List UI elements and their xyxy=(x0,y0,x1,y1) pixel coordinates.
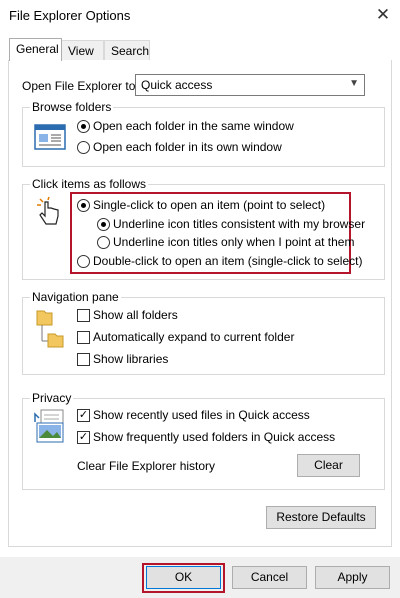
tab-general[interactable]: General xyxy=(9,38,62,61)
window-icon xyxy=(34,123,68,151)
show-all-folders-checkbox[interactable] xyxy=(77,309,90,322)
browse-folders-group xyxy=(22,107,385,167)
browse-folders-title: Browse folders xyxy=(30,100,114,114)
show-all-folders-label[interactable]: Show all folders xyxy=(93,308,178,322)
auto-expand-checkbox[interactable] xyxy=(77,331,90,344)
double-click-radio[interactable] xyxy=(77,255,90,268)
recent-files-checkbox[interactable]: ✓ xyxy=(77,409,90,422)
frequent-folders-label[interactable]: Show frequently used folders in Quick ac… xyxy=(93,430,335,444)
window-title: File Explorer Options xyxy=(9,8,131,23)
single-click-radio[interactable] xyxy=(77,199,90,212)
open-to-value: Quick access xyxy=(141,78,213,92)
click-items-title: Click items as follows xyxy=(30,177,149,191)
open-to-label: Open File Explorer to: xyxy=(22,79,139,93)
double-click-label[interactable]: Double-click to open an item (single-cli… xyxy=(93,254,362,268)
recent-files-label[interactable]: Show recently used files in Quick access xyxy=(93,408,310,422)
underline-point-label[interactable]: Underline icon titles only when I point … xyxy=(113,235,354,249)
navigation-pane-title: Navigation pane xyxy=(30,290,121,304)
browse-own-window-label[interactable]: Open each folder in its own window xyxy=(93,140,282,154)
underline-browser-radio[interactable] xyxy=(97,218,110,231)
show-libraries-label[interactable]: Show libraries xyxy=(93,352,168,366)
clear-history-button[interactable]: Clear xyxy=(297,454,360,477)
auto-expand-label[interactable]: Automatically expand to current folder xyxy=(93,330,294,344)
single-click-label[interactable]: Single-click to open an item (point to s… xyxy=(93,198,325,212)
ok-button[interactable]: OK xyxy=(146,566,221,589)
restore-defaults-button[interactable]: Restore Defaults xyxy=(266,506,376,529)
close-icon[interactable]: ✕ xyxy=(372,4,394,26)
frequent-folders-checkbox[interactable]: ✓ xyxy=(77,431,90,444)
underline-point-radio[interactable] xyxy=(97,236,110,249)
folder-tree-icon xyxy=(34,307,66,353)
privacy-title: Privacy xyxy=(30,391,74,405)
tab-search[interactable]: Search xyxy=(104,40,150,61)
chevron-down-icon: ▼ xyxy=(349,78,359,89)
apply-button[interactable]: Apply xyxy=(315,566,390,589)
browse-same-window-radio[interactable] xyxy=(77,120,90,133)
clear-history-label: Clear File Explorer history xyxy=(77,459,216,473)
privacy-icon xyxy=(33,408,67,444)
browse-own-window-radio[interactable] xyxy=(77,141,90,154)
underline-browser-label[interactable]: Underline icon titles consistent with my… xyxy=(113,217,365,231)
tab-view[interactable]: View xyxy=(61,40,104,61)
show-libraries-checkbox[interactable] xyxy=(77,353,90,366)
cancel-button[interactable]: Cancel xyxy=(232,566,307,589)
browse-same-window-label[interactable]: Open each folder in the same window xyxy=(93,119,294,133)
pointer-hand-icon xyxy=(36,196,64,230)
open-to-dropdown[interactable]: Quick access ▼ xyxy=(135,74,365,96)
